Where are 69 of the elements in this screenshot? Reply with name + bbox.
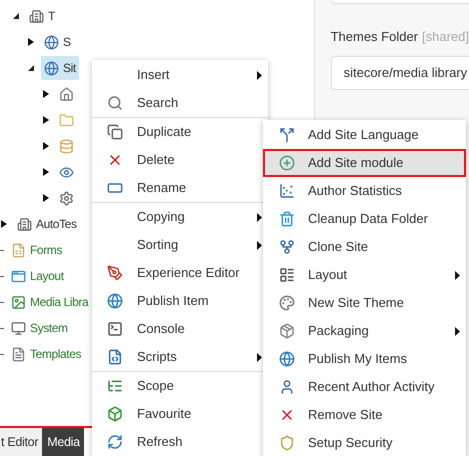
shared-tag: [shared] [422, 27, 469, 46]
search-icon [107, 95, 123, 111]
terminal-icon [107, 321, 123, 337]
expand-arrow-icon[interactable] [42, 115, 50, 125]
tree-item[interactable]: Forms [8, 238, 65, 262]
input-field[interactable]: sitecore/media library [330, 56, 469, 90]
expand-arrow-icon[interactable] [42, 193, 50, 203]
editor-tab[interactable]: Media [42, 428, 84, 456]
tree-item[interactable]: Sit [41, 56, 79, 80]
split-arrow-icon [279, 127, 295, 143]
tree-item[interactable]: S [41, 30, 74, 54]
scatter-icon [279, 183, 295, 199]
collapse-arrow-icon[interactable] [12, 11, 20, 21]
tree-icon [59, 190, 74, 206]
expand-arrow-icon[interactable] [0, 219, 8, 229]
tree-icon [11, 294, 26, 310]
globe-icon [107, 293, 123, 309]
layout-icon [279, 267, 295, 283]
tree-label: Templates [30, 346, 82, 363]
globe-icon [279, 351, 295, 367]
expand-arrow-icon[interactable] [27, 37, 35, 47]
expand-arrow-icon[interactable] [42, 89, 50, 99]
tree-icon [44, 34, 59, 50]
tree-label: Media Libra [30, 294, 88, 311]
tree-item[interactable]: Layout [8, 264, 67, 288]
menu-item[interactable]: Insert [92, 61, 268, 89]
tree-icon [44, 60, 59, 76]
tree-label: T [48, 8, 55, 25]
tree-label: Forms [30, 242, 62, 259]
user-icon [279, 379, 295, 395]
copy-icon [107, 124, 123, 140]
menu-item[interactable]: Search [92, 89, 268, 117]
tree-icon [59, 164, 74, 180]
palette-icon [279, 295, 295, 311]
refresh-icon [107, 434, 123, 450]
editor-tab[interactable]: t Editor [0, 428, 42, 456]
tree-item[interactable]: AutoTes [14, 212, 80, 236]
tree-icon [59, 112, 74, 128]
menu-item[interactable]: Add Site module [263, 149, 466, 177]
field-label: Themes Folder [330, 28, 418, 46]
tree-item[interactable]: T [26, 4, 58, 28]
tree-label: System [30, 320, 68, 337]
tree-item[interactable]: System [8, 316, 71, 340]
tree-icon [59, 86, 74, 102]
package-icon [279, 323, 295, 339]
script-icon [107, 349, 123, 365]
expand-arrow-icon[interactable] [42, 167, 50, 177]
tree-item[interactable]: Media Libra [8, 290, 92, 314]
tree-icon [17, 216, 32, 232]
tree-icon [29, 8, 44, 24]
tree-label: Sit [63, 60, 76, 77]
tree-icon [11, 320, 26, 336]
plus-circle-icon [279, 155, 295, 171]
cube-icon [107, 406, 123, 422]
tree-icon [59, 138, 74, 154]
tree-label: Layout [30, 268, 64, 285]
tree-icon [11, 242, 26, 258]
tree-label: S [63, 34, 71, 51]
shield-icon [279, 435, 295, 451]
tree-label: AutoTes [36, 216, 77, 233]
tree-icon [11, 346, 26, 362]
list-icon [107, 378, 123, 394]
trash-icon [279, 211, 295, 227]
tree-icon [11, 268, 26, 284]
tree-item[interactable]: Templates [8, 342, 84, 366]
expand-arrow-icon[interactable] [42, 141, 50, 151]
collapse-arrow-icon[interactable] [27, 63, 35, 73]
fork-icon [279, 239, 295, 255]
pen-icon [107, 265, 123, 281]
